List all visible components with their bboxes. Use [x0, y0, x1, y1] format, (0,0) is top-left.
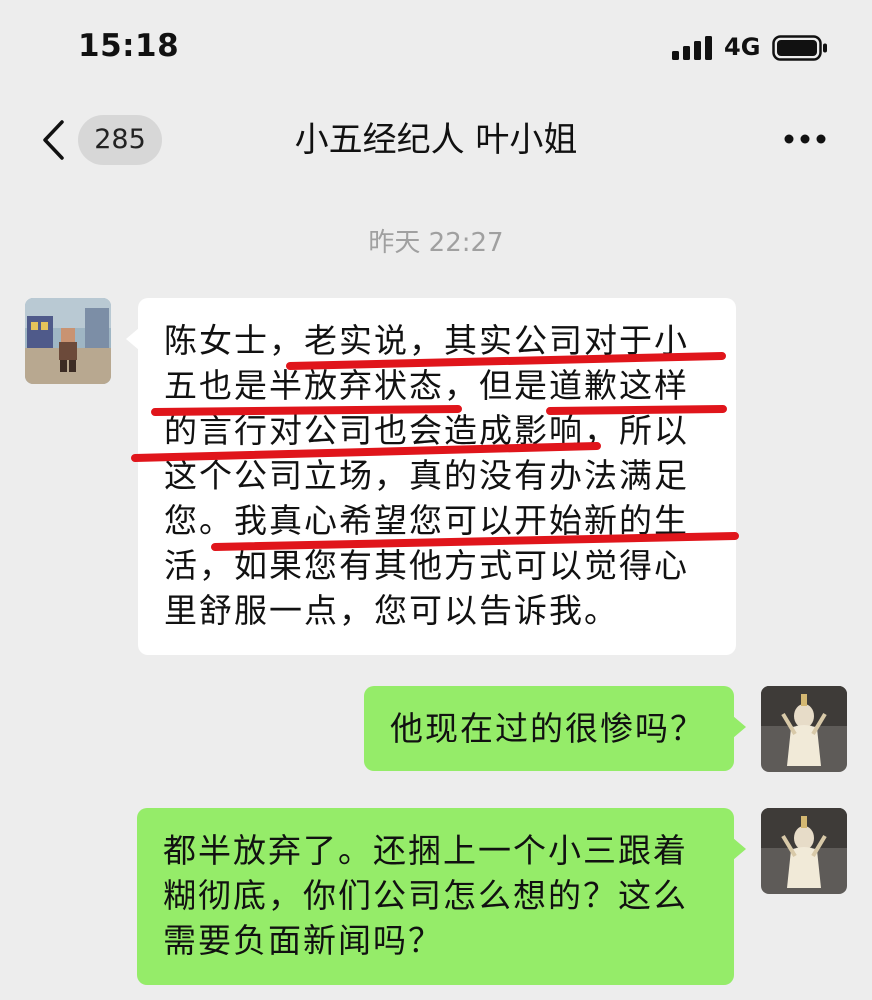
chat-header: 285 小五经纪人 叶小姐 [0, 95, 872, 187]
game-character-avatar-icon [25, 298, 111, 384]
signal-bars-icon [672, 36, 712, 60]
message-text: 他现在过的很惨吗？ [390, 709, 705, 748]
more-dots-icon[interactable] [782, 131, 828, 147]
network-type-label: 4G [724, 33, 761, 61]
goddess-statue-avatar-icon [761, 686, 847, 772]
my-avatar[interactable] [761, 686, 847, 772]
incoming-message-bubble[interactable]: 陈女士，老实说，其实公司对于小五也是半放弃状态，但是道歉这样的言行对公司也会造成… [126, 298, 736, 655]
outgoing-message-bubble[interactable]: 他现在过的很惨吗？ [364, 686, 746, 771]
goddess-statue-avatar-icon [761, 808, 847, 894]
contact-avatar[interactable] [25, 298, 111, 384]
my-avatar[interactable] [761, 808, 847, 894]
message-text: 都半放弃了。还捆上一个小三跟着糊彻底，你们公司怎么想的？这么需要负面新闻吗？ [163, 831, 688, 960]
status-bar: 15:18 4G [0, 0, 872, 95]
outgoing-message-bubble[interactable]: 都半放弃了。还捆上一个小三跟着糊彻底，你们公司怎么想的？这么需要负面新闻吗？ [137, 808, 746, 985]
status-time: 15:18 [78, 28, 180, 64]
message-text: 陈女士，老实说，其实公司对于小五也是半放弃状态，但是道歉这样的言行对公司也会造成… [164, 321, 689, 630]
battery-icon [772, 35, 827, 61]
message-timestamp: 昨天 22:27 [368, 228, 504, 258]
chat-title: 小五经纪人 叶小姐 [294, 120, 578, 160]
